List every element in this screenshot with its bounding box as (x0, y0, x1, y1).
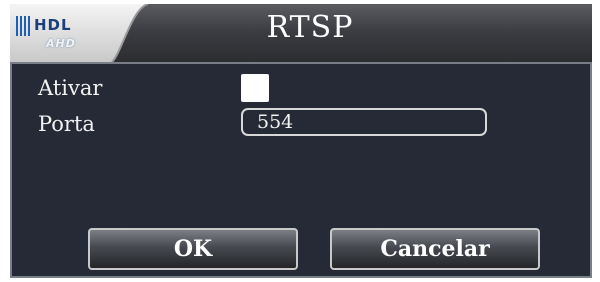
ativar-label: Ativar (38, 76, 103, 100)
cancel-button[interactable]: Cancelar (330, 228, 540, 270)
rtsp-dialog: HDL AHD RTSP Ativar Porta OK Cancelar (0, 0, 600, 282)
logo-brand-text: HDL (34, 16, 72, 34)
brand-logo: HDL AHD (12, 10, 120, 56)
title-bar: HDL AHD RTSP (10, 4, 592, 62)
logo-sub-text: AHD (46, 37, 76, 50)
dialog-body: Ativar Porta OK Cancelar (10, 62, 592, 278)
dialog-title: RTSP (266, 10, 354, 45)
ativar-checkbox[interactable] (241, 74, 269, 102)
porta-input[interactable] (241, 108, 487, 136)
logo-bars-icon (16, 16, 30, 36)
ok-button[interactable]: OK (88, 228, 298, 270)
porta-label: Porta (38, 112, 95, 136)
